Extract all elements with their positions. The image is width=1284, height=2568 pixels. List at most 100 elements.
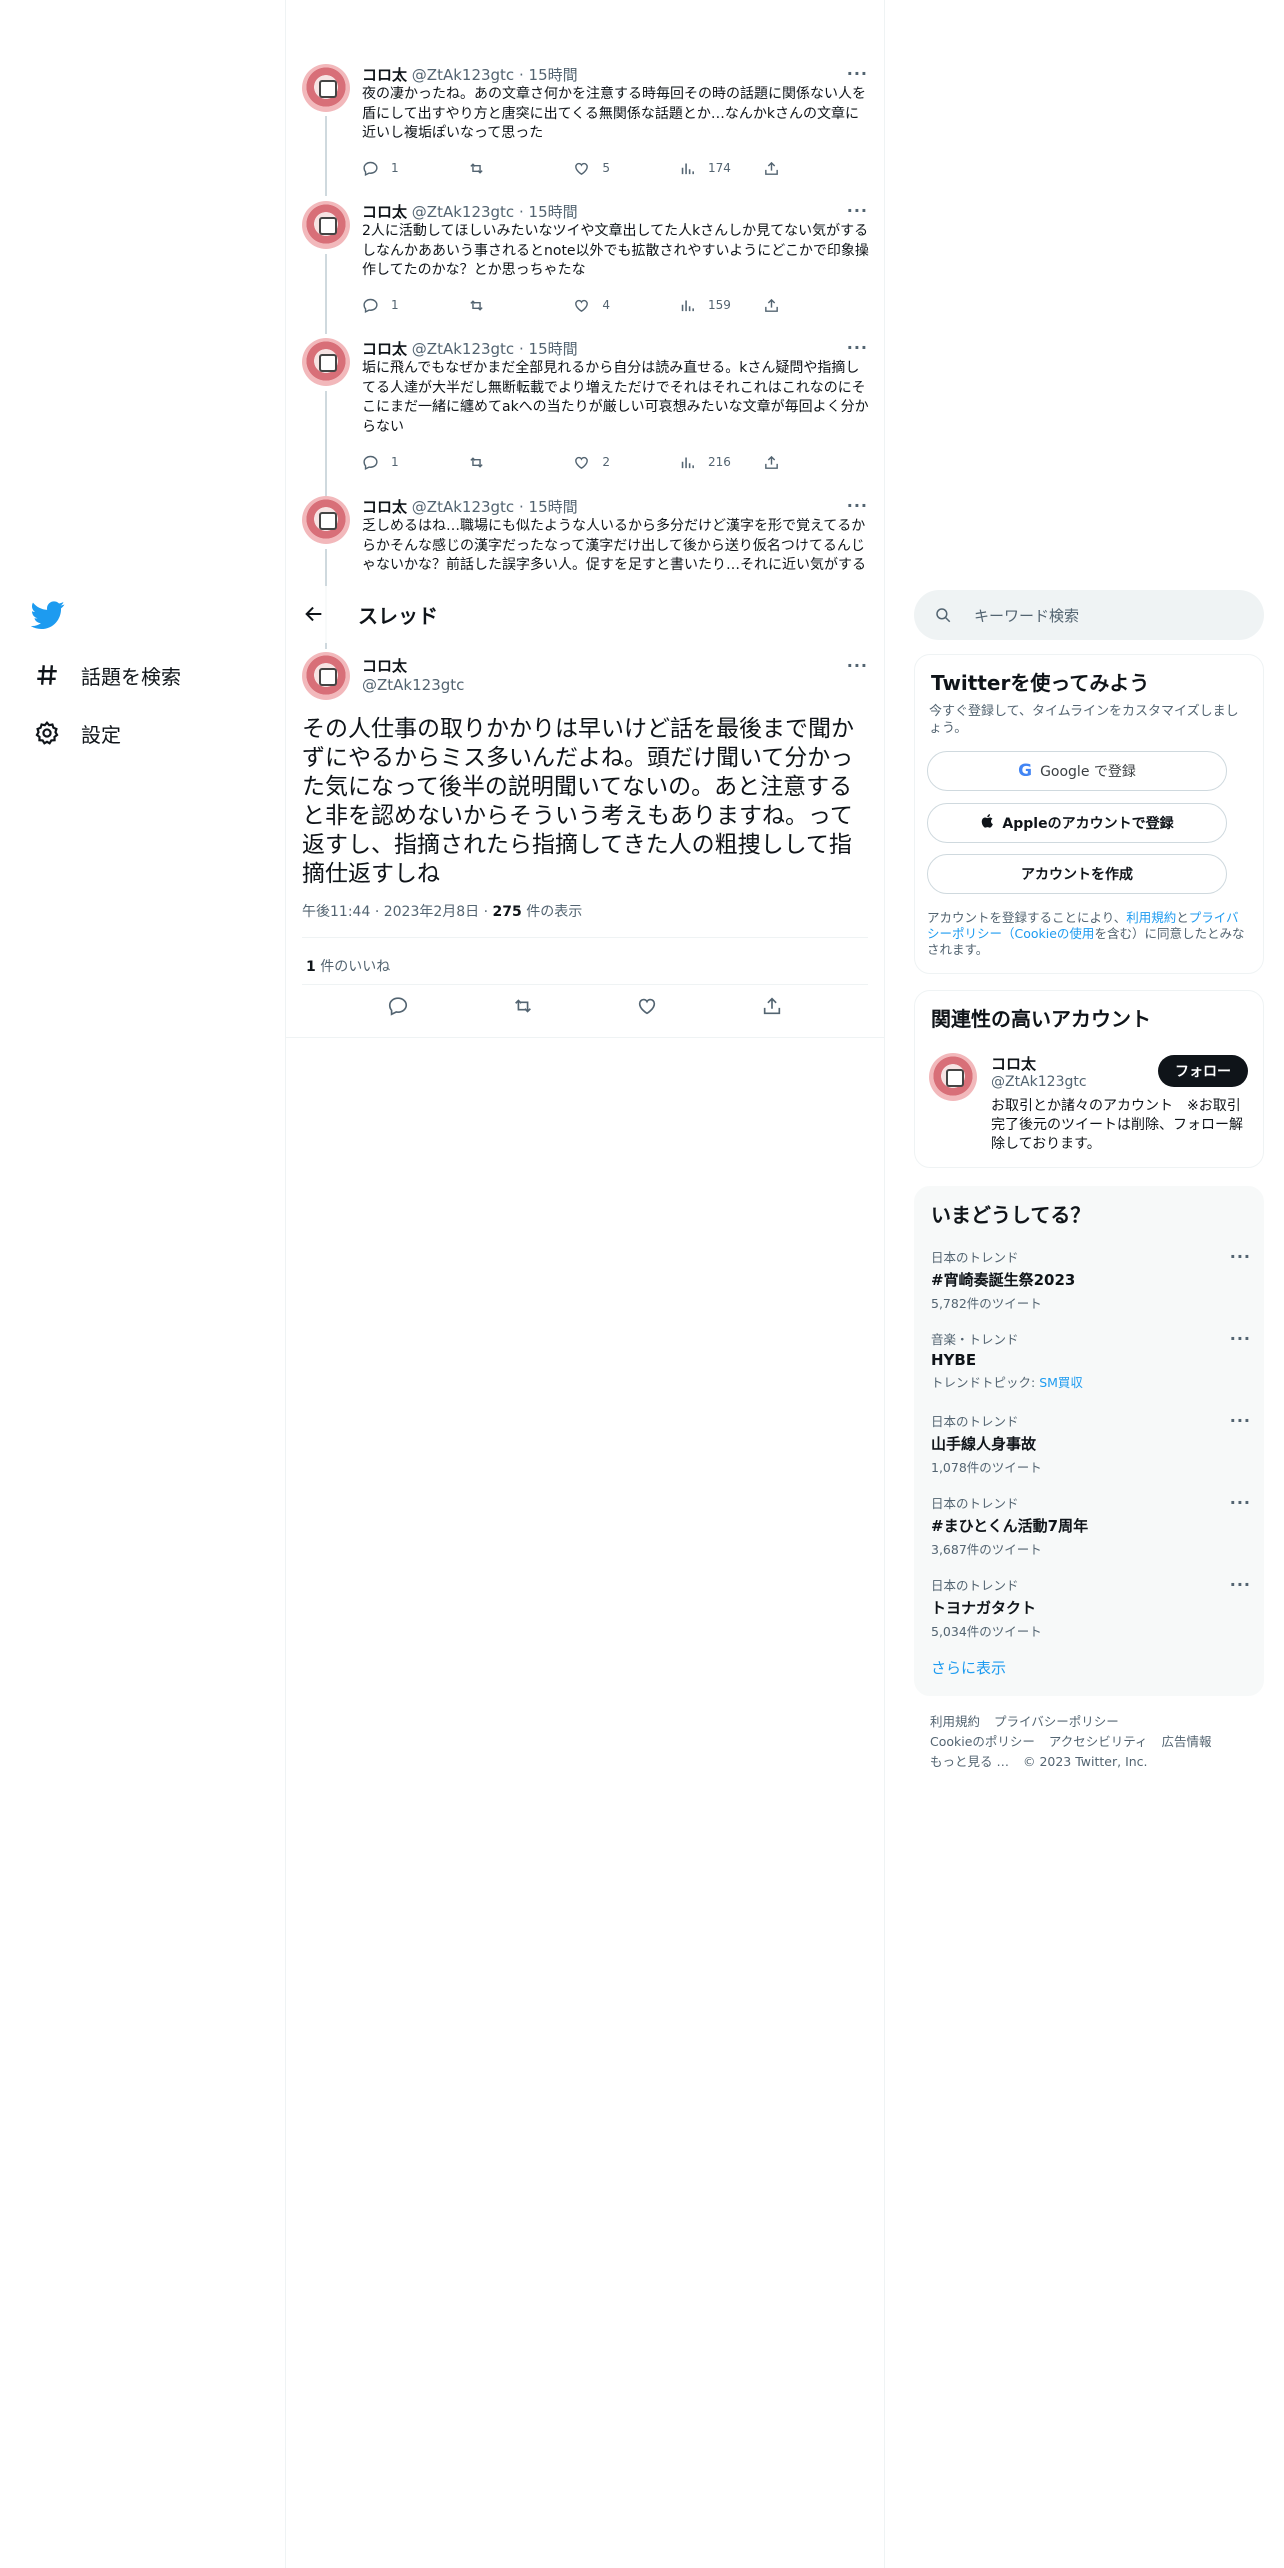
create-account-label: アカウントを作成 bbox=[1021, 867, 1133, 883]
terms-link[interactable]: 利用規約 bbox=[1126, 910, 1176, 925]
tweet-time[interactable]: 15時間 bbox=[529, 203, 578, 221]
share-button[interactable] bbox=[763, 295, 792, 315]
more-icon[interactable]: ··· bbox=[847, 496, 868, 515]
tweet-time[interactable]: 15時間 bbox=[529, 66, 578, 84]
author-handle[interactable]: @ZtAk123gtc bbox=[412, 340, 514, 358]
trend-name: 山手線人身事故 bbox=[931, 1435, 1037, 1453]
more-icon[interactable]: ··· bbox=[1230, 1493, 1251, 1512]
avatar[interactable] bbox=[302, 652, 350, 700]
retweet-button[interactable] bbox=[468, 295, 574, 315]
share-button[interactable] bbox=[763, 158, 792, 178]
footer-cookie-link[interactable]: Cookieのポリシー bbox=[930, 1734, 1035, 1749]
author-handle[interactable]: @ZtAk123gtc bbox=[412, 66, 514, 84]
trend-item[interactable]: 日本のトレンド #まひとくん活動7周年 3,687件のツイート ··· bbox=[931, 1493, 1251, 1558]
tweet-date[interactable]: 2023年2月8日 bbox=[384, 904, 479, 920]
likes-label: 件のいいね bbox=[320, 959, 391, 975]
author-name[interactable]: コロ太 bbox=[362, 655, 407, 676]
divider bbox=[286, 1037, 884, 1038]
back-arrow-icon[interactable] bbox=[300, 600, 328, 628]
author-name[interactable]: コロ太 bbox=[362, 498, 407, 516]
retweet-button[interactable] bbox=[468, 158, 574, 178]
follow-button[interactable]: フォロー bbox=[1158, 1055, 1248, 1087]
view-count: 159 bbox=[707, 298, 731, 312]
create-account-button[interactable]: アカウントを作成 bbox=[927, 854, 1227, 894]
footer-more-link[interactable]: もっと見る … bbox=[930, 1754, 1009, 1769]
reply-button[interactable]: 1 bbox=[362, 295, 468, 315]
retweet-icon[interactable] bbox=[512, 995, 534, 1021]
trend-context: 日本のトレンド bbox=[931, 1250, 1019, 1265]
nav-explore[interactable]: 話題を検索 bbox=[33, 655, 181, 695]
trend-context: 日本のトレンド bbox=[931, 1414, 1019, 1429]
avatar[interactable] bbox=[302, 201, 350, 249]
show-more-link[interactable]: さらに表示 bbox=[931, 1657, 1006, 1678]
twitter-logo-icon[interactable] bbox=[30, 598, 65, 632]
more-icon[interactable]: ··· bbox=[1230, 1247, 1251, 1266]
retweet-icon bbox=[469, 299, 483, 311]
footer-ads-link[interactable]: 広告情報 bbox=[1162, 1734, 1212, 1749]
share-button[interactable] bbox=[763, 452, 792, 472]
thread-tweet[interactable]: コロ太 @ZtAk123gtc · 15時間 ··· 乏しめるはね…職場にも似た… bbox=[286, 496, 884, 596]
more-icon[interactable]: ··· bbox=[847, 338, 868, 357]
trend-item[interactable]: 音楽・トレンド HYBE トレンドトピック: SM買収 ··· bbox=[931, 1329, 1251, 1391]
related-title: 関連性の高いアカウント bbox=[931, 1007, 1151, 1031]
avatar[interactable] bbox=[302, 338, 350, 386]
likes-summary[interactable]: 1 件のいいね bbox=[306, 956, 390, 976]
avatar[interactable] bbox=[302, 64, 350, 112]
trend-topic-link[interactable]: SM買収 bbox=[1039, 1375, 1083, 1390]
share-icon[interactable] bbox=[761, 995, 783, 1021]
tweet-time[interactable]: 15時間 bbox=[529, 498, 578, 516]
retweet-icon bbox=[469, 162, 483, 174]
trend-count: 5,034件のツイート bbox=[931, 1624, 1042, 1639]
tweet-time[interactable]: 午後11:44 bbox=[302, 904, 370, 920]
reply-button[interactable]: 1 bbox=[362, 452, 468, 472]
more-icon[interactable]: ··· bbox=[847, 64, 868, 83]
footer-terms-link[interactable]: 利用規約 bbox=[930, 1714, 980, 1729]
avatar[interactable] bbox=[929, 1053, 977, 1101]
trend-item[interactable]: 日本のトレンド トヨナガタクト 5,034件のツイート ··· bbox=[931, 1575, 1251, 1640]
trend-item[interactable]: 日本のトレンド #宵崎奏誕生祭2023 5,782件のツイート ··· bbox=[931, 1247, 1251, 1312]
author-name[interactable]: コロ太 bbox=[362, 203, 407, 221]
apple-signup-button[interactable]: Appleのアカウントで登録 bbox=[927, 803, 1227, 843]
author-handle[interactable]: @ZtAk123gtc bbox=[412, 203, 514, 221]
reply-icon bbox=[363, 455, 378, 470]
more-icon[interactable]: ··· bbox=[1230, 1411, 1251, 1430]
copyright: © 2023 Twitter, Inc. bbox=[1022, 1754, 1148, 1769]
author-handle[interactable]: @ZtAk123gtc bbox=[412, 498, 514, 516]
thread-tweet[interactable]: コロ太 @ZtAk123gtc · 15時間 ··· 垢に飛んでもなぜかまだ全部… bbox=[286, 338, 884, 488]
footer-accessibility-link[interactable]: アクセシビリティ bbox=[1049, 1734, 1148, 1749]
heart-icon bbox=[575, 456, 589, 469]
trend-item[interactable]: 日本のトレンド 山手線人身事故 1,078件のツイート ··· bbox=[931, 1411, 1251, 1476]
account-name[interactable]: コロ太 bbox=[991, 1053, 1036, 1074]
footer-privacy-link[interactable]: プライバシーポリシー bbox=[994, 1714, 1119, 1729]
more-icon[interactable]: ··· bbox=[1230, 1329, 1251, 1348]
google-signup-button[interactable]: G Google で登録 bbox=[927, 751, 1227, 791]
thread-tweet[interactable]: コロ太 @ZtAk123gtc · 15時間 ··· 2人に活動してほしいみたい… bbox=[286, 201, 884, 321]
tweet-text: その人仕事の取りかかりは早いけど話を最後まで聞かずにやるからミス多いんだよね。頭… bbox=[302, 716, 854, 887]
retweet-button[interactable] bbox=[468, 452, 574, 472]
account-handle[interactable]: @ZtAk123gtc bbox=[991, 1074, 1087, 1090]
tweet-actions: 1 5 174 bbox=[362, 158, 792, 178]
like-count: 4 bbox=[602, 298, 610, 312]
more-icon[interactable]: ··· bbox=[847, 201, 868, 220]
author-name[interactable]: コロ太 bbox=[362, 66, 407, 84]
trends-card: いまどうしてる？ 日本のトレンド #宵崎奏誕生祭2023 5,782件のツイート… bbox=[914, 1186, 1264, 1696]
tweet-time[interactable]: 15時間 bbox=[529, 340, 578, 358]
like-button[interactable]: 2 bbox=[573, 452, 679, 472]
more-icon[interactable]: ··· bbox=[1230, 1575, 1251, 1594]
like-button[interactable]: 4 bbox=[573, 295, 679, 315]
account-bio: お取引とか諸々のアカウント ※お取引完了後元のツイートは削除、フォロー解除してお… bbox=[991, 1098, 1243, 1152]
reply-button[interactable]: 1 bbox=[362, 158, 468, 178]
nav-settings[interactable]: 設定 bbox=[33, 713, 121, 753]
view-count: 216 bbox=[707, 455, 731, 469]
like-button[interactable]: 5 bbox=[573, 158, 679, 178]
avatar[interactable] bbox=[302, 496, 350, 544]
footer-links: 利用規約 プライバシーポリシー Cookieのポリシー アクセシビリティ 広告情… bbox=[930, 1712, 1250, 1772]
author-handle[interactable]: @ZtAk123gtc bbox=[362, 676, 464, 694]
heart-icon[interactable] bbox=[636, 995, 658, 1021]
thread-tweet[interactable]: コロ太 @ZtAk123gtc · 15時間 ··· 夜の凄かったね。あの文章さ… bbox=[286, 64, 884, 184]
more-icon[interactable]: ··· bbox=[847, 656, 868, 675]
author-name[interactable]: コロ太 bbox=[362, 340, 407, 358]
legal-text: アカウントを登録することにより、 bbox=[927, 910, 1127, 925]
search-input[interactable]: キーワード検索 bbox=[914, 590, 1264, 640]
reply-icon[interactable] bbox=[387, 995, 409, 1021]
